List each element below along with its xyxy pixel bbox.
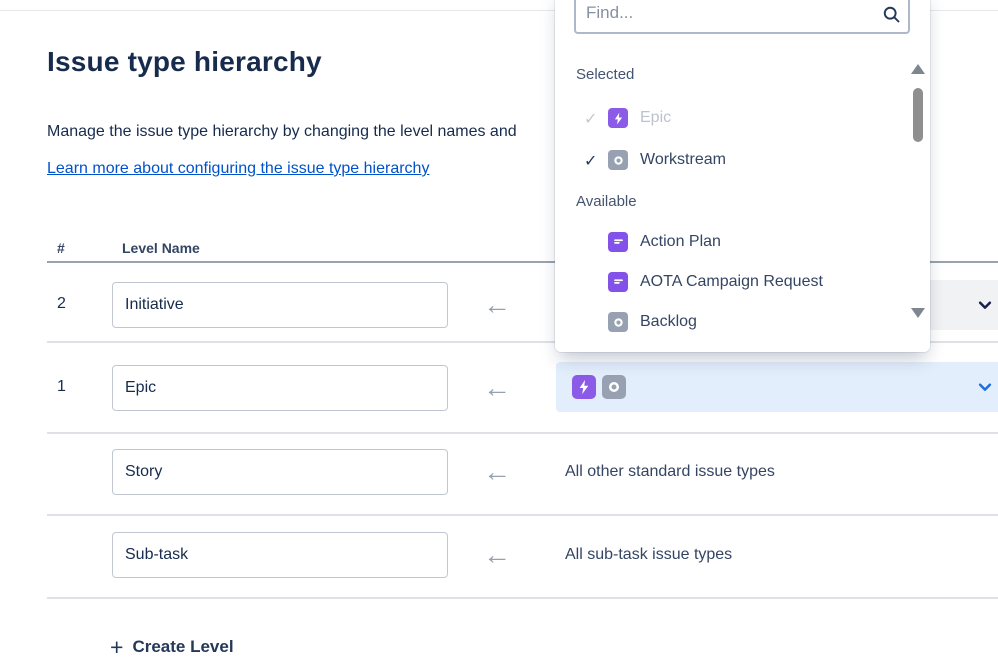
dropdown-item-workstream[interactable]: ✓ Workstream	[555, 146, 905, 176]
dropdown-item-label: Epic	[640, 109, 671, 127]
dropdown-section-selected: Selected	[576, 66, 634, 83]
dropdown-item-label: Workstream	[640, 151, 726, 169]
scroll-up-arrow-icon[interactable]	[911, 64, 925, 74]
level-name-input-initiative[interactable]	[112, 282, 448, 328]
issue-types-dropdown: Selected ✓ Epic ✓ Workstream Available A…	[555, 0, 930, 352]
dropdown-item-aota-campaign-request[interactable]: AOTA Campaign Request	[555, 268, 905, 298]
plus-icon: +	[110, 636, 123, 658]
check-icon: ✓	[584, 109, 597, 129]
epic-issue-types-select-open[interactable]	[556, 362, 998, 412]
left-arrow-icon: ←	[483, 458, 511, 486]
dropdown-item-label: AOTA Campaign Request	[640, 273, 823, 291]
dropdown-item-epic[interactable]: ✓ Epic	[555, 104, 905, 134]
level-name-input-story[interactable]	[112, 449, 448, 495]
subtask-issue-types-text: All sub-task issue types	[565, 546, 732, 564]
epic-bolt-icon	[608, 108, 628, 128]
dropdown-item-label: Action Plan	[640, 233, 721, 251]
search-icon	[881, 4, 902, 25]
document-icon	[608, 272, 628, 292]
page-description: Manage the issue type hierarchy by chang…	[47, 123, 556, 141]
dropdown-scrollbar[interactable]	[910, 62, 926, 330]
row-divider	[47, 597, 998, 599]
left-arrow-icon: ←	[483, 291, 511, 319]
learn-more-link[interactable]: Learn more about configuring the issue t…	[47, 160, 429, 178]
column-header-number: #	[57, 240, 65, 256]
backlog-circle-icon	[608, 312, 628, 332]
check-icon: ✓	[584, 151, 597, 171]
workstream-circle-icon	[602, 375, 626, 399]
dropdown-item-action-plan[interactable]: Action Plan	[555, 228, 905, 258]
column-header-level-name: Level Name	[122, 240, 200, 256]
workstream-circle-icon	[608, 150, 628, 170]
level-number: 2	[57, 295, 66, 313]
level-name-input-epic[interactable]	[112, 365, 448, 411]
scrollbar-thumb[interactable]	[913, 88, 923, 142]
epic-bolt-icon	[572, 375, 596, 399]
document-icon	[608, 232, 628, 252]
page-title: Issue type hierarchy	[47, 46, 322, 78]
level-name-input-subtask[interactable]	[112, 532, 448, 578]
left-arrow-icon: ←	[483, 541, 511, 569]
row-divider	[47, 432, 998, 434]
create-level-label: Create Level	[132, 637, 233, 657]
dropdown-item-backlog[interactable]: Backlog	[555, 308, 905, 338]
row-divider	[47, 514, 998, 516]
level-number: 1	[57, 378, 66, 396]
create-level-button[interactable]: + Create Level	[110, 636, 234, 658]
story-issue-types-text: All other standard issue types	[565, 463, 775, 481]
dropdown-search-input[interactable]	[574, 0, 910, 34]
dropdown-section-available: Available	[576, 193, 637, 210]
chevron-down-icon	[976, 296, 994, 314]
dropdown-item-label: Backlog	[640, 313, 697, 331]
chevron-down-icon	[976, 378, 994, 396]
left-arrow-icon: ←	[483, 374, 511, 402]
scroll-down-arrow-icon[interactable]	[911, 308, 925, 318]
issue-type-hierarchy-page: Issue type hierarchy Manage the issue ty…	[0, 0, 998, 661]
